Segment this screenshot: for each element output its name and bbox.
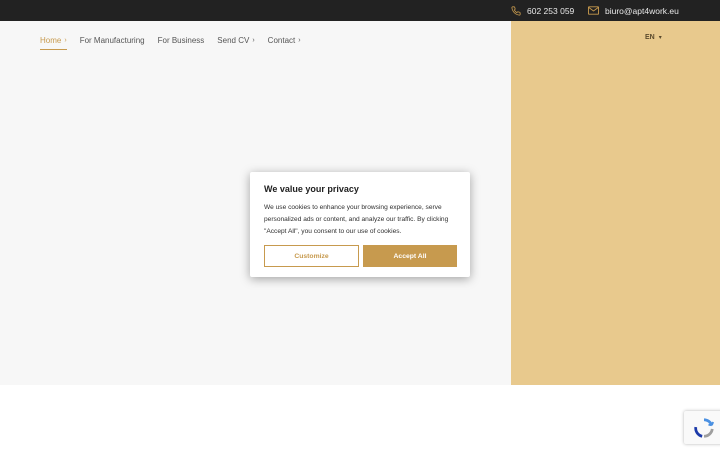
nav-item-label: Send CV	[217, 35, 250, 45]
hero-right-panel	[511, 21, 720, 385]
caret-down-icon: ▾	[658, 35, 662, 41]
email-address: biuro@apt4work.eu	[605, 5, 679, 16]
top-bar: 602 253 059 biuro@apt4work.eu	[0, 0, 720, 21]
cookie-consent-dialog: We value your privacy We use cookies to …	[250, 172, 470, 277]
nav-item-label: For Manufacturing	[79, 35, 145, 45]
nav-item-send-cv[interactable]: Send CV ›	[217, 36, 254, 45]
language-selector[interactable]: EN ▾	[645, 34, 662, 41]
nav-item-for-business[interactable]: For Business	[158, 36, 205, 45]
nav-item-label: For Business	[157, 35, 205, 45]
nav-item-home[interactable]: Home ›	[40, 35, 67, 50]
nav-item-label: Contact	[267, 35, 296, 45]
language-label: EN	[645, 34, 655, 41]
nav-item-for-manufacturing[interactable]: For Manufacturing	[80, 36, 145, 45]
cookie-dialog-title: We value your privacy	[264, 184, 359, 194]
phone-link[interactable]: 602 253 059	[511, 0, 574, 21]
cookie-dialog-text: We use cookies to enhance your browsing …	[264, 204, 449, 235]
nav-item-contact[interactable]: Contact ›	[268, 36, 301, 45]
email-link[interactable]: biuro@apt4work.eu	[588, 0, 679, 21]
chevron-right-icon: ›	[252, 36, 255, 44]
mail-icon	[588, 6, 599, 15]
recaptcha-badge[interactable]	[684, 411, 720, 444]
nav-item-label: Home	[40, 35, 62, 45]
customize-button[interactable]: Customize	[264, 245, 359, 267]
chevron-right-icon: ›	[64, 36, 67, 44]
phone-number: 602 253 059	[527, 5, 575, 16]
chevron-right-icon: ›	[298, 36, 301, 44]
recaptcha-icon	[694, 417, 715, 438]
phone-icon	[511, 5, 521, 16]
main-nav: Home › For Manufacturing For Business Se…	[40, 33, 314, 50]
accept-all-button[interactable]: Accept All	[363, 245, 457, 267]
